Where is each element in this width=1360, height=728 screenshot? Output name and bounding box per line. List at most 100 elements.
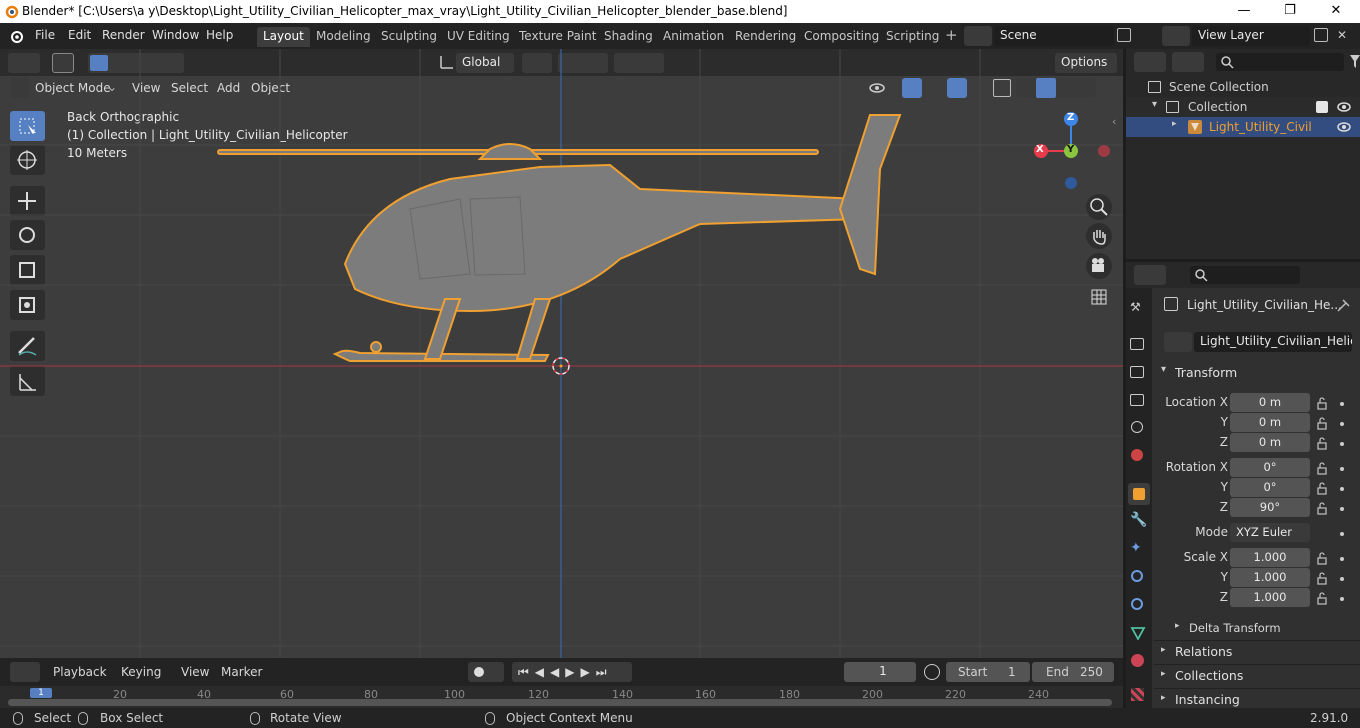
rotation-z-field[interactable]: 90° (1230, 498, 1310, 517)
tab-uv-editing[interactable]: UV Editing (441, 27, 516, 47)
tab-compositing[interactable]: Compositing (798, 27, 885, 47)
minimize-button[interactable]: — (1221, 0, 1267, 23)
collapse-arrow-icon[interactable]: ▸ (1172, 119, 1177, 129)
grid-view-icon[interactable] (1086, 284, 1112, 310)
tab-rendering[interactable]: Rendering (729, 27, 802, 47)
delta-expand-icon[interactable]: ▸ (1175, 621, 1180, 631)
outliner-row-object[interactable]: ▸ Light_Utility_Civilian (1126, 117, 1360, 137)
relations-panel[interactable]: Relations (1175, 644, 1232, 659)
filter-icon[interactable] (1350, 55, 1360, 69)
clock-icon[interactable] (924, 664, 940, 680)
close-button[interactable]: ✕ (1313, 0, 1359, 23)
tab-layout[interactable]: Layout (257, 27, 310, 47)
new-viewlayer-icon[interactable] (1314, 28, 1328, 42)
scale-x-field[interactable]: 1.000 (1230, 548, 1310, 567)
timeline-editor-icon[interactable] (10, 662, 40, 682)
rotation-y-field[interactable]: 0° (1230, 478, 1310, 497)
transform-panel-title[interactable]: Transform (1175, 365, 1237, 380)
location-z-field[interactable]: 0 m (1230, 433, 1310, 452)
zoom-icon[interactable] (1086, 194, 1112, 220)
scene-browse-icon[interactable] (964, 26, 992, 46)
transform-expand-icon[interactable]: ▾ (1161, 364, 1166, 375)
properties-editor-icon[interactable] (1134, 265, 1166, 285)
start-frame-field[interactable]: Start 1 (946, 662, 1030, 682)
rotation-x-field[interactable]: 0° (1230, 458, 1310, 477)
collections-panel[interactable]: Collections (1175, 668, 1243, 683)
scale-x-label: Scale X (1183, 550, 1228, 564)
location-x-field[interactable]: 0 m (1230, 393, 1310, 412)
pin-icon[interactable] (1336, 299, 1350, 313)
sidebar-toggle-icon[interactable]: ‹ (1112, 115, 1116, 128)
outliner-row-collection[interactable]: ▾ Collection (1126, 97, 1360, 117)
output-tab-icon[interactable] (1130, 366, 1144, 378)
instancing-panel[interactable]: Instancing (1175, 692, 1240, 707)
physics-tab-icon[interactable] (1131, 570, 1143, 582)
menu-help[interactable]: Help (206, 28, 233, 42)
add-workspace-icon[interactable]: + (945, 26, 958, 44)
current-frame-field[interactable]: 1 (844, 662, 916, 682)
remove-viewlayer-icon[interactable]: ✕ (1337, 29, 1349, 41)
viewlayer-browse-icon[interactable] (1162, 26, 1190, 46)
new-scene-icon[interactable] (1117, 28, 1131, 42)
checkbox-icon[interactable] (1316, 101, 1328, 113)
outliner-editor-icon[interactable] (1134, 52, 1166, 72)
eye-icon[interactable] (1336, 121, 1352, 133)
data-tab-icon[interactable] (1130, 626, 1146, 640)
menu-render[interactable]: Render (102, 28, 145, 42)
timeline-ruler[interactable]: 1 20 40 60 80 100 120 140 160 180 200 22… (0, 686, 1123, 708)
lock-icons[interactable] (1316, 395, 1356, 605)
camera-icon[interactable] (1086, 253, 1112, 279)
view-layer-tab-icon[interactable] (1130, 394, 1144, 406)
location-y-field[interactable]: 0 m (1230, 413, 1310, 432)
playback-menu[interactable]: Playback (53, 665, 107, 679)
outliner-row-scene-collection[interactable]: Scene Collection (1126, 77, 1360, 97)
object-browse-icon[interactable] (1164, 332, 1192, 352)
tab-sculpting[interactable]: Sculpting (375, 27, 443, 47)
tab-modeling[interactable]: Modeling (310, 27, 377, 47)
scale-z-field[interactable]: 1.000 (1230, 588, 1310, 607)
menu-edit[interactable]: Edit (68, 28, 91, 42)
tool-tab-icon[interactable]: ⚒ (1130, 300, 1148, 318)
tab-animation[interactable]: Animation (657, 27, 730, 47)
world-tab-icon[interactable] (1131, 449, 1143, 461)
relations-expand-icon[interactable]: ▸ (1161, 645, 1166, 655)
properties-search-input[interactable] (1190, 266, 1300, 284)
keying-menu[interactable]: Keying (121, 665, 161, 679)
constraints-tab-icon[interactable] (1131, 598, 1143, 610)
tab-texture-paint[interactable]: Texture Paint (513, 27, 602, 47)
maximize-button[interactable]: ❐ (1267, 0, 1313, 23)
material-tab-icon[interactable] (1131, 654, 1144, 667)
marker-menu[interactable]: Marker (221, 665, 262, 679)
rotation-mode-dropdown[interactable]: XYZ Euler (1230, 523, 1310, 542)
blender-menu-icon[interactable] (8, 28, 26, 44)
menu-file[interactable]: File (35, 28, 55, 42)
timeline-scrollbar[interactable] (8, 699, 1112, 706)
expand-arrow-icon[interactable]: ▾ (1152, 99, 1157, 110)
tab-shading[interactable]: Shading (598, 27, 659, 47)
playhead-frame[interactable]: 1 (30, 688, 52, 698)
texture-tab-icon[interactable] (1131, 688, 1144, 701)
playback-controls[interactable]: ⏮◀◀▶▶⏭ (512, 662, 632, 682)
3d-viewport[interactable]: Global Options Object Mode ⌄ View Select… (0, 49, 1123, 658)
pan-hand-icon[interactable] (1086, 223, 1112, 249)
delta-transform-panel[interactable]: Delta Transform (1189, 621, 1281, 635)
instancing-expand-icon[interactable]: ▸ (1161, 693, 1166, 703)
outliner-search-input[interactable] (1216, 53, 1344, 71)
object-name-field[interactable]: Light_Utility_Civilian_Helico... (1194, 332, 1352, 352)
eye-icon[interactable] (1336, 101, 1352, 113)
record-icon[interactable] (468, 662, 504, 682)
scene-name-field[interactable]: Scene (994, 26, 1114, 46)
object-tab-icon[interactable] (1128, 483, 1150, 505)
scale-y-field[interactable]: 1.000 (1230, 568, 1310, 587)
collections-expand-icon[interactable]: ▸ (1161, 669, 1166, 679)
menu-view-timeline[interactable]: View (181, 665, 209, 679)
particles-tab-icon[interactable]: ✦ (1130, 540, 1148, 558)
view-layer-field[interactable]: View Layer (1192, 26, 1310, 46)
tab-scripting[interactable]: Scripting (880, 27, 945, 47)
display-mode-icon[interactable] (1172, 52, 1204, 72)
menu-window[interactable]: Window (152, 28, 199, 42)
end-frame-field[interactable]: End 250 (1032, 662, 1114, 682)
modifier-tab-icon[interactable]: 🔧 (1130, 512, 1148, 530)
render-tab-icon[interactable] (1130, 338, 1144, 350)
scene-tab-icon[interactable] (1131, 421, 1143, 433)
